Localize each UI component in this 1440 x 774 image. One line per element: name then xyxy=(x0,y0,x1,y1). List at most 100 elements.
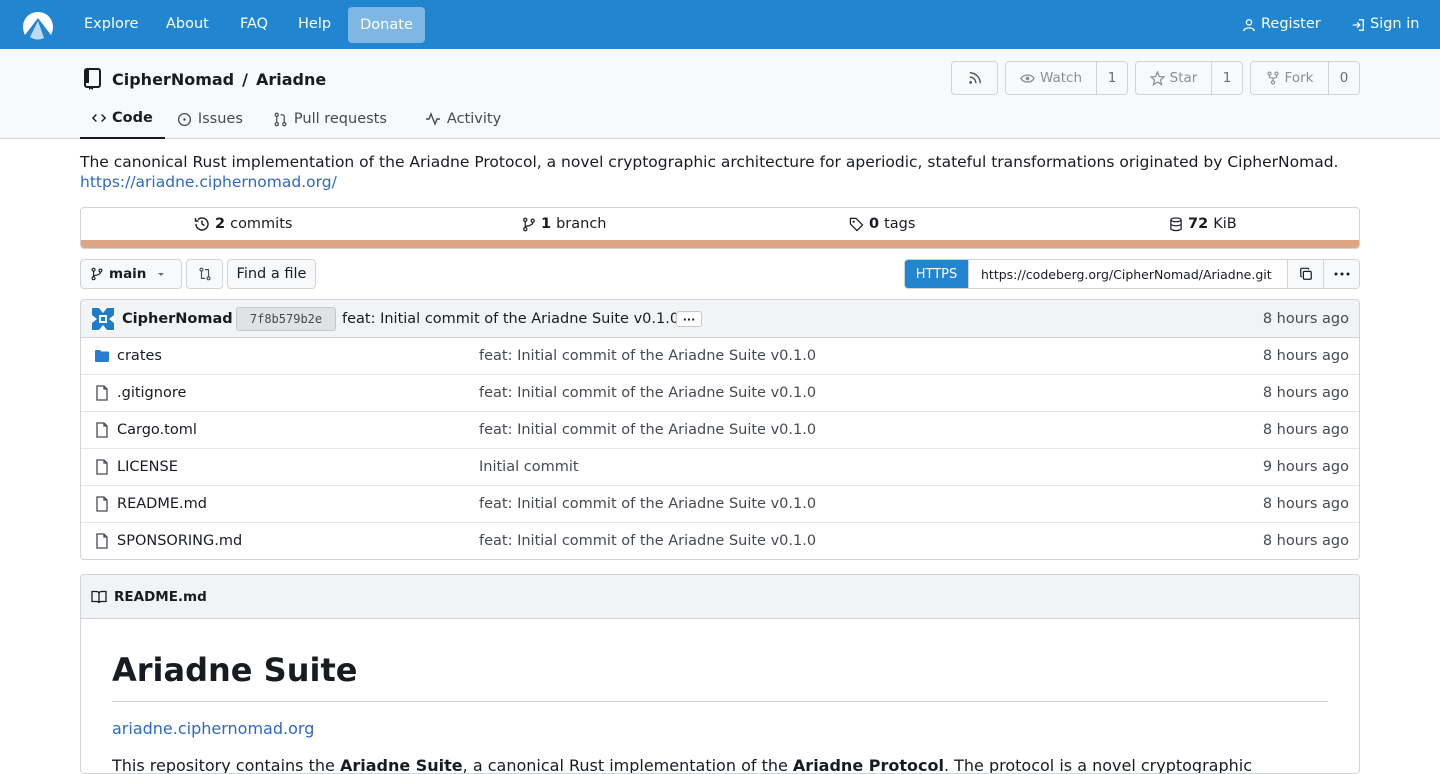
commit-sha-button[interactable]: 7f8b579b2e xyxy=(236,307,336,331)
expand-commit-button[interactable]: ··· xyxy=(676,311,702,327)
file-commit-message[interactable]: feat: Initial commit of the Ariadne Suit… xyxy=(479,523,816,559)
table-row[interactable]: README.md feat: Initial commit of the Ar… xyxy=(81,486,1359,523)
repo-description: The canonical Rust implementation of the… xyxy=(80,152,1360,192)
readme-paragraph: This repository contains the Ariadne Sui… xyxy=(112,756,1252,774)
file-table: CipherNomad 7f8b579b2e feat: Initial com… xyxy=(80,299,1360,560)
folder-icon xyxy=(95,350,109,362)
branch-label: branch xyxy=(556,216,607,232)
pull-request-icon xyxy=(274,112,287,126)
readme-divider xyxy=(112,701,1328,702)
tab-code[interactable]: Code xyxy=(80,99,165,139)
compare-button[interactable] xyxy=(186,259,223,289)
file-commit-message[interactable]: Initial commit xyxy=(479,449,579,486)
file-name[interactable]: Cargo.toml xyxy=(117,412,197,449)
watch-button-group[interactable]: Watch 1 xyxy=(1005,61,1128,95)
file-name[interactable]: LICENSE xyxy=(117,449,178,486)
table-row[interactable]: .gitignore feat: Initial commit of the A… xyxy=(81,375,1359,412)
file-icon xyxy=(96,496,108,512)
copy-icon xyxy=(1299,267,1312,280)
file-name[interactable]: README.md xyxy=(117,486,207,523)
star-count[interactable]: 1 xyxy=(1211,62,1242,94)
description-link[interactable]: https://ariadne.ciphernomad.org/ xyxy=(80,173,337,191)
commit-message[interactable]: feat: Initial commit of the Ariadne Suit… xyxy=(342,300,679,338)
file-commit-message[interactable]: feat: Initial commit of the Ariadne Suit… xyxy=(479,338,816,375)
file-name[interactable]: .gitignore xyxy=(117,375,186,412)
register-link[interactable]: Register xyxy=(1242,0,1321,49)
file-time: 9 hours ago xyxy=(1262,459,1349,475)
tab-pull-requests-label: Pull requests xyxy=(293,111,387,127)
nav-explore[interactable]: Explore xyxy=(84,0,138,49)
size-value: 72 xyxy=(1188,216,1209,232)
signin-link[interactable]: Sign in xyxy=(1351,0,1419,49)
fork-button-group[interactable]: Fork 0 xyxy=(1250,61,1360,95)
nav-help[interactable]: Help xyxy=(298,0,331,49)
tab-activity-label: Activity xyxy=(446,111,502,127)
tab-issues[interactable]: Issues xyxy=(165,99,255,139)
file-icon xyxy=(96,385,108,401)
commit-author[interactable]: CipherNomad xyxy=(122,300,233,338)
readme-para-bold: Ariadne Suite xyxy=(339,756,463,774)
file-icon xyxy=(96,459,108,475)
nav-faq[interactable]: FAQ xyxy=(240,0,268,49)
commits-stat[interactable]: 2 commits xyxy=(194,208,292,240)
file-time: 8 hours ago xyxy=(1262,496,1349,512)
avatar[interactable] xyxy=(91,307,115,331)
branch-stat[interactable]: 1 branch xyxy=(522,208,607,240)
code-icon xyxy=(92,114,106,122)
clone-panel: HTTPS xyxy=(904,259,1360,289)
file-name[interactable]: SPONSORING.md xyxy=(117,523,242,559)
file-commit-message[interactable]: feat: Initial commit of the Ariadne Suit… xyxy=(479,375,816,412)
branch-selector[interactable]: main xyxy=(80,259,182,289)
table-row[interactable]: LICENSE Initial commit 9 hours ago xyxy=(81,449,1359,486)
file-time: 8 hours ago xyxy=(1262,348,1349,364)
readme-filename[interactable]: README.md xyxy=(114,589,207,605)
tab-activity[interactable]: Activity xyxy=(413,99,513,139)
repo-separator: / xyxy=(242,69,248,89)
rss-button[interactable] xyxy=(951,61,998,95)
kebab-horizontal-icon xyxy=(1334,272,1349,276)
size-unit: KiB xyxy=(1213,216,1237,232)
file-commit-message[interactable]: feat: Initial commit of the Ariadne Suit… xyxy=(479,412,816,449)
description-text: The canonical Rust implementation of the… xyxy=(80,153,1339,171)
https-button[interactable]: HTTPS xyxy=(905,260,968,288)
codeberg-logo-icon[interactable] xyxy=(22,10,54,40)
tag-icon xyxy=(849,217,864,231)
file-icon xyxy=(96,422,108,438)
readme-para-bold: Ariadne Protocol xyxy=(792,756,944,774)
readme-website-link[interactable]: ariadne.ciphernomad.org xyxy=(112,719,314,738)
file-commit-message[interactable]: feat: Initial commit of the Ariadne Suit… xyxy=(479,486,816,523)
watch-button[interactable]: Watch xyxy=(1006,62,1096,94)
rss-icon xyxy=(968,72,981,84)
tab-pull-requests[interactable]: Pull requests xyxy=(261,99,399,139)
nav-about[interactable]: About xyxy=(166,0,209,49)
compare-icon xyxy=(198,267,211,281)
table-row[interactable]: crates feat: Initial commit of the Ariad… xyxy=(81,338,1359,375)
fork-button[interactable]: Fork xyxy=(1251,62,1328,94)
readme-header: README.md xyxy=(81,575,1359,619)
find-file-button[interactable]: Find a file xyxy=(227,259,316,289)
readme-title: Ariadne Suite xyxy=(112,651,358,689)
star-label: Star xyxy=(1169,70,1198,86)
file-time: 8 hours ago xyxy=(1262,533,1349,549)
readme-para-text: . The protocol is a novel cryptographic xyxy=(943,756,1252,774)
clone-url-input[interactable] xyxy=(968,260,1287,288)
tags-stat[interactable]: 0 tags xyxy=(849,208,915,240)
table-row[interactable]: Cargo.toml feat: Initial commit of the A… xyxy=(81,412,1359,449)
donate-button[interactable]: Donate xyxy=(348,7,425,43)
branch-name: main xyxy=(109,266,147,282)
watch-count[interactable]: 1 xyxy=(1096,62,1127,94)
star-button-group[interactable]: Star 1 xyxy=(1135,61,1243,95)
repo-name-link[interactable]: Ariadne xyxy=(256,70,326,89)
more-options-button[interactable] xyxy=(1323,260,1359,288)
repo-tabs: Code Issues Pull requests Activity xyxy=(80,99,513,139)
table-row[interactable]: SPONSORING.md feat: Initial commit of th… xyxy=(81,523,1359,559)
latest-commit-row: CipherNomad 7f8b579b2e feat: Initial com… xyxy=(81,300,1359,338)
star-button[interactable]: Star xyxy=(1136,62,1211,94)
fork-count[interactable]: 0 xyxy=(1328,62,1359,94)
person-icon xyxy=(1243,18,1255,31)
language-bar[interactable] xyxy=(81,240,1359,248)
copy-url-button[interactable] xyxy=(1287,260,1323,288)
file-name[interactable]: crates xyxy=(117,338,162,375)
repo-owner-link[interactable]: CipherNomad xyxy=(112,70,234,89)
branch-count: 1 xyxy=(541,216,552,232)
